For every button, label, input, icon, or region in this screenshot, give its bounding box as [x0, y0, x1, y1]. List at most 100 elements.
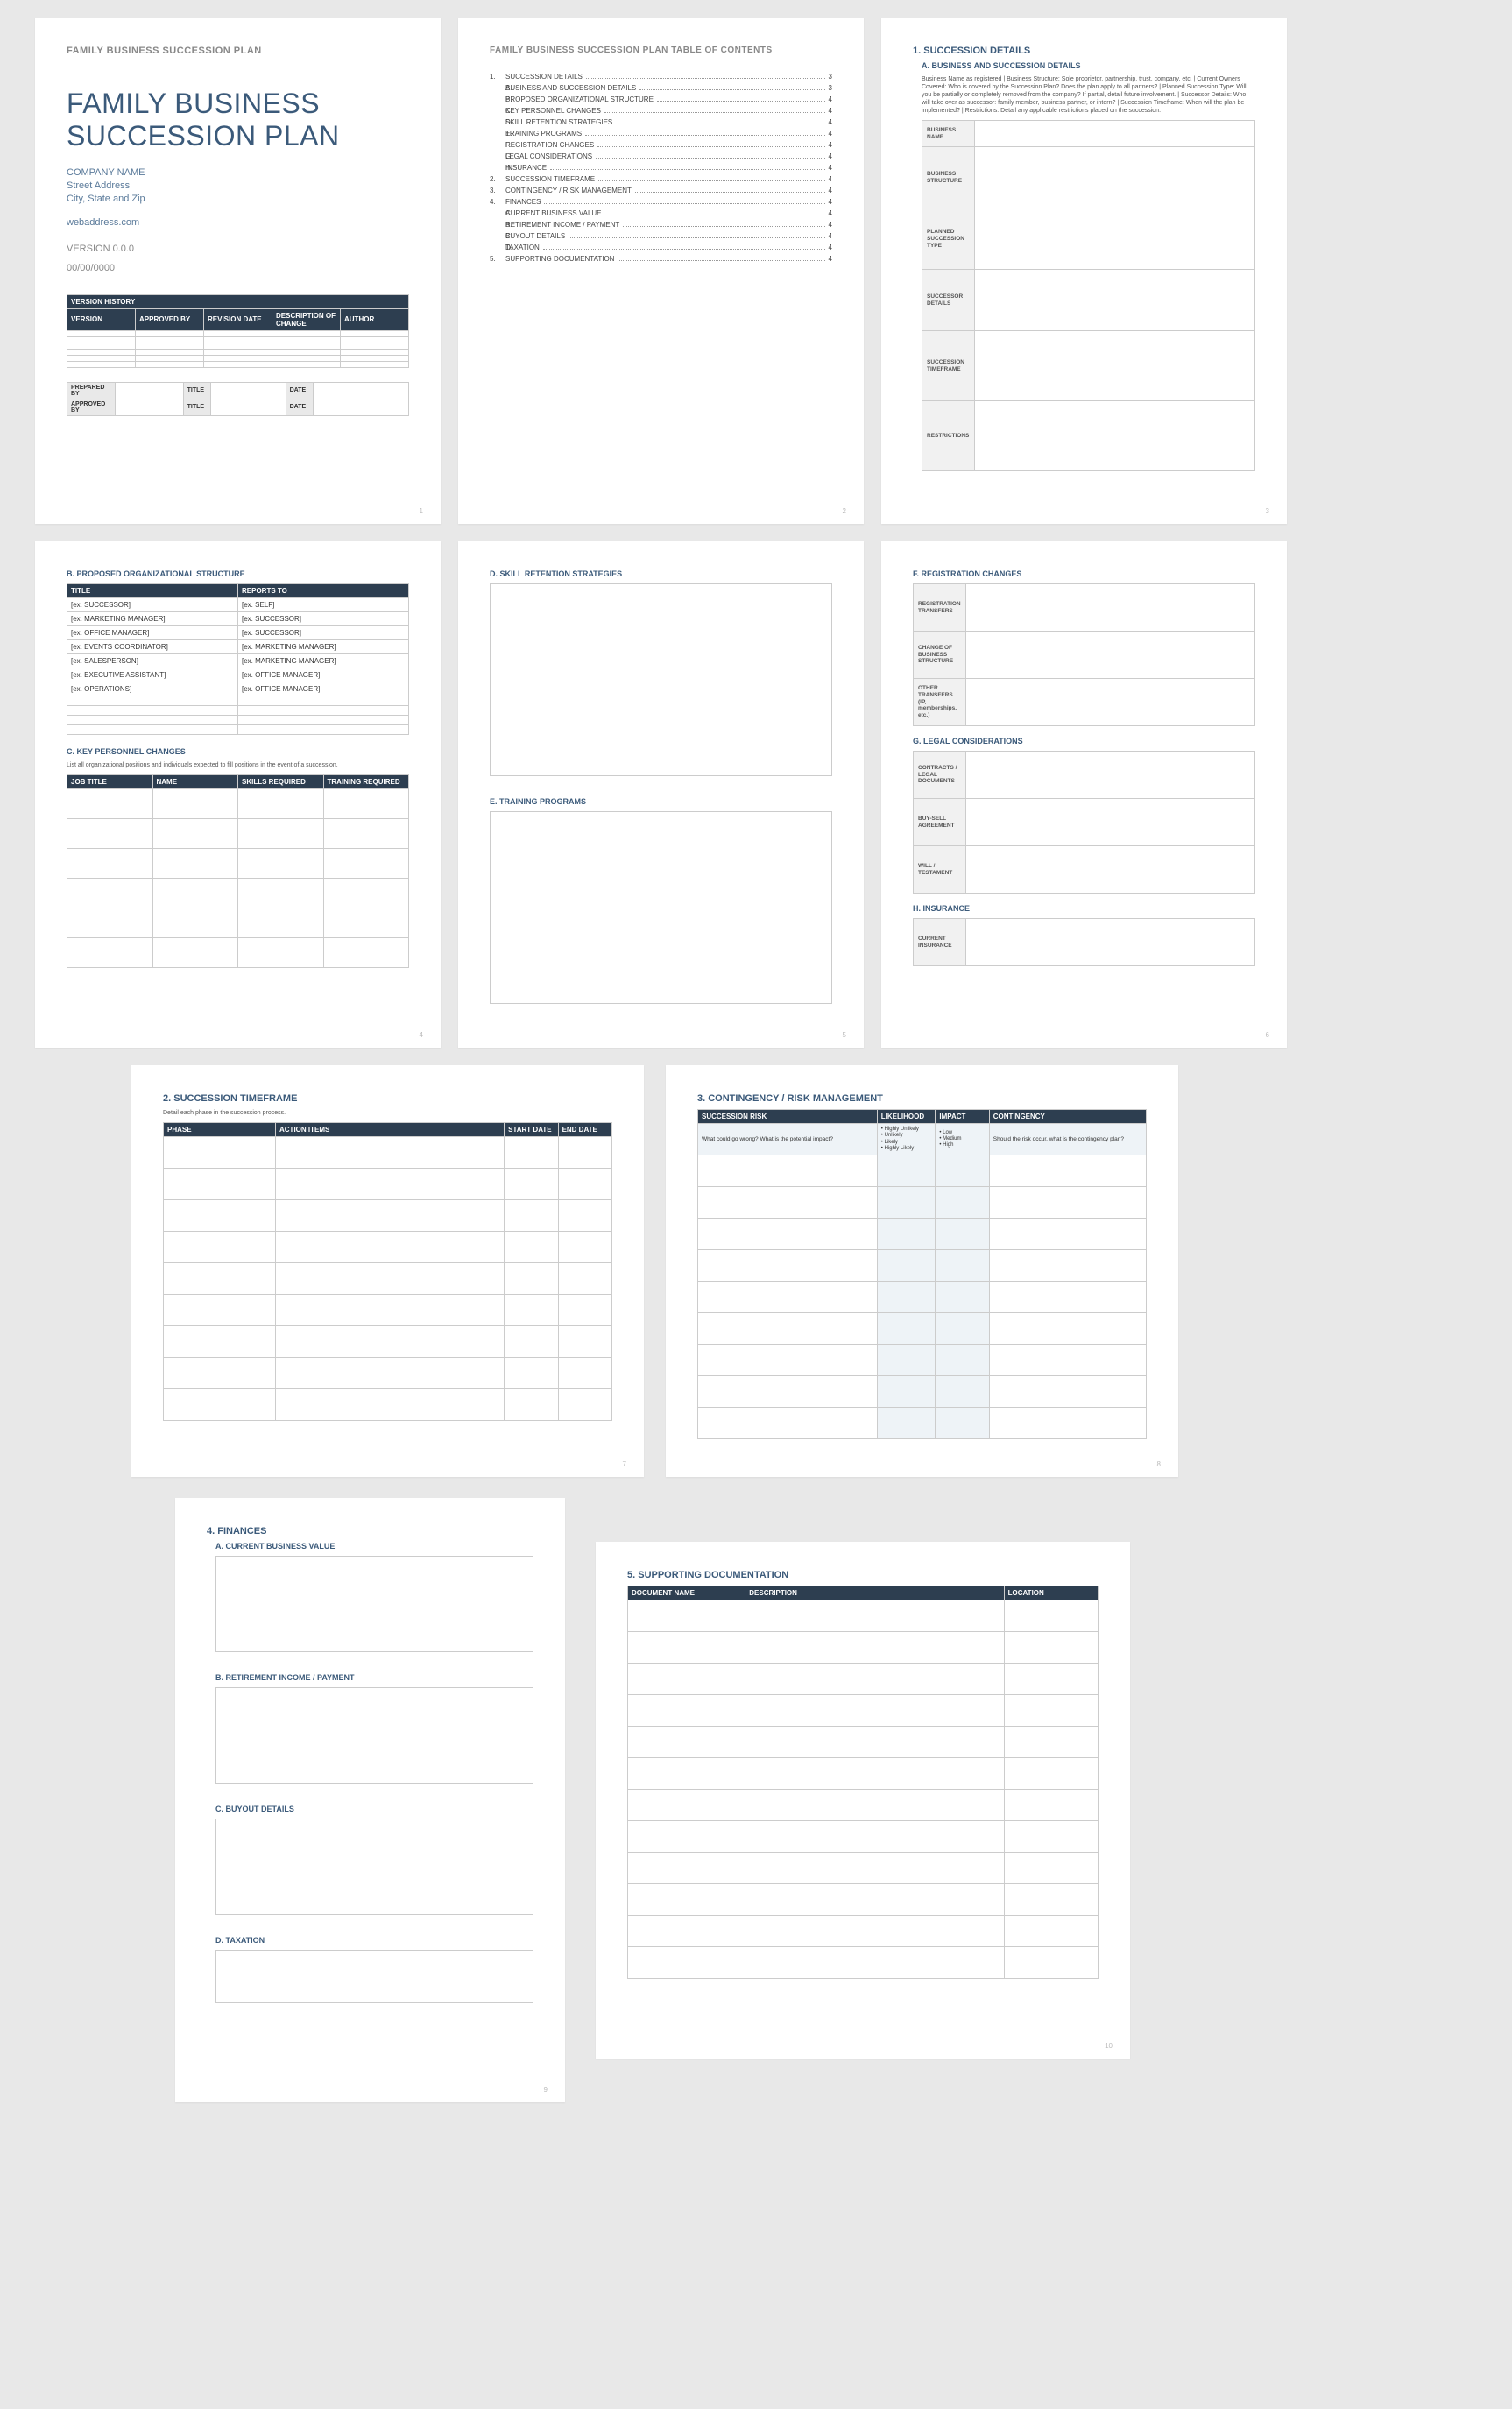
toc-page: 4 — [829, 221, 832, 229]
document-title: FAMILY BUSINESS SUCCESSION PLAN — [67, 88, 409, 152]
tf-h-end: END DATE — [558, 1123, 611, 1137]
org-structure-table: TITLE REPORTS TO [ex. SUCCESSOR][ex. SEL… — [67, 583, 409, 735]
support-docs-table: DOCUMENT NAME DESCRIPTION LOCATION — [627, 1586, 1099, 1979]
table-row — [698, 1219, 1147, 1250]
toc-text: INSURANCE — [505, 164, 547, 172]
business-details-table: BUSINESS NAME BUSINESS STRUCTURE PLANNED… — [922, 120, 1255, 471]
toc-row: C.KEY PERSONNEL CHANGES4 — [490, 107, 832, 115]
table-row — [67, 938, 409, 968]
page-5: D. SKILL RETENTION STRATEGIES E. TRAININ… — [458, 541, 864, 1048]
rk-c1: Should the risk occur, what is the conti… — [989, 1124, 1146, 1155]
tf-h-phase: PHASE — [164, 1123, 276, 1137]
table-row — [628, 1853, 1099, 1884]
table-row — [628, 1884, 1099, 1916]
table-row — [698, 1282, 1147, 1313]
sec2-desc: Detail each phase in the succession proc… — [163, 1109, 612, 1117]
toc-row: 4.FINANCES4 — [490, 198, 832, 206]
toc-num: C. — [490, 107, 505, 115]
sec2-title: 2. SUCCESSION TIMEFRAME — [163, 1093, 612, 1104]
table-row — [164, 1389, 612, 1421]
table-row — [164, 1200, 612, 1232]
table-row — [628, 1600, 1099, 1632]
toc-text: CURRENT BUSINESS VALUE — [505, 209, 602, 217]
table-row — [164, 1358, 612, 1389]
table-row — [628, 1758, 1099, 1790]
toc-row: 5.SUPPORTING DOCUMENTATION4 — [490, 255, 832, 263]
lbl-change-struct: CHANGE OF BUSINESS STRUCTURE — [914, 632, 966, 679]
vh-h-revdate: REVISION DATE — [204, 308, 272, 330]
toc-page: 4 — [829, 209, 832, 217]
toc-page: 3 — [829, 73, 832, 81]
vh-title: VERSION HISTORY — [67, 294, 409, 308]
page-number: 2 — [843, 507, 846, 515]
toc-row: 1.SUCCESSION DETAILS3 — [490, 73, 832, 81]
toc-text: CONTINGENCY / RISK MANAGEMENT — [505, 187, 632, 194]
toc-row: 2.SUCCESSION TIMEFRAME4 — [490, 175, 832, 183]
toc-row: H.INSURANCE4 — [490, 164, 832, 172]
table-row: [ex. SUCCESSOR][ex. SELF] — [67, 598, 409, 612]
toc-num: B. — [490, 221, 505, 229]
table-row — [67, 343, 409, 349]
sec1c-desc: List all organizational positions and in… — [67, 761, 409, 769]
date-label2: DATE — [286, 399, 313, 415]
fin-c-box — [215, 1819, 533, 1915]
toc-num: A. — [490, 209, 505, 217]
table-row — [67, 716, 409, 725]
sec4a-title: A. CURRENT BUSINESS VALUE — [207, 1542, 533, 1551]
pc-h-name: NAME — [152, 775, 238, 789]
table-row — [164, 1326, 612, 1358]
toc-num: 3. — [490, 187, 505, 194]
toc-row: B.PROPOSED ORGANIZATIONAL STRUCTURE4 — [490, 95, 832, 103]
table-row — [628, 1632, 1099, 1664]
toc-row: D.SKILL RETENTION STRATEGIES4 — [490, 118, 832, 126]
toc-row: G.LEGAL CONSIDERATIONS4 — [490, 152, 832, 160]
pc-h-job: JOB TITLE — [67, 775, 153, 789]
lbl-will: WILL / TESTAMENT — [914, 846, 966, 894]
page-number: 5 — [843, 1031, 846, 1039]
lbl-reg-transfer: REGISTRATION TRANSFERS — [914, 584, 966, 632]
risk-table: SUCCESSION RISK LIKELIHOOD IMPACT CONTIN… — [697, 1109, 1147, 1439]
table-row — [628, 1947, 1099, 1979]
lbl-bizname: BUSINESS NAME — [922, 121, 975, 147]
toc-page: 4 — [829, 130, 832, 138]
toc-num: E. — [490, 130, 505, 138]
sec1c-title: C. KEY PERSONNEL CHANGES — [67, 747, 409, 756]
personnel-table: JOB TITLE NAME SKILLS REQUIRED TRAINING … — [67, 774, 409, 968]
toc-header: FAMILY BUSINESS SUCCESSION PLAN TABLE OF… — [490, 46, 832, 55]
sec1g-title: G. LEGAL CONSIDERATIONS — [913, 737, 1255, 745]
toc-row: A.CURRENT BUSINESS VALUE 4 — [490, 209, 832, 217]
skill-retention-box — [490, 583, 832, 776]
city-state-zip: City, State and Zip — [67, 193, 409, 206]
table-row — [698, 1155, 1147, 1187]
toc-num: C. — [490, 232, 505, 240]
prep-label: PREPARED BY — [67, 382, 116, 399]
toc-text: PROPOSED ORGANIZATIONAL STRUCTURE — [505, 95, 654, 103]
page-10: 5. SUPPORTING DOCUMENTATION DOCUMENT NAM… — [596, 1542, 1130, 2059]
toc-page: 4 — [829, 255, 832, 263]
table-row — [628, 1664, 1099, 1695]
toc-num: 2. — [490, 175, 505, 183]
page-number: 7 — [623, 1460, 626, 1468]
org-h-title: TITLE — [67, 584, 238, 598]
table-row — [698, 1250, 1147, 1282]
toc-text: LEGAL CONSIDERATIONS — [505, 152, 592, 160]
toc-page: 4 — [829, 141, 832, 149]
toc-page: 4 — [829, 198, 832, 206]
toc-text: SUCCESSION DETAILS — [505, 73, 583, 81]
table-row — [698, 1408, 1147, 1439]
toc-page: 4 — [829, 164, 832, 172]
toc-page: 4 — [829, 244, 832, 251]
table-row — [67, 706, 409, 716]
page-9: 4. FINANCES A. CURRENT BUSINESS VALUE B.… — [175, 1498, 565, 2102]
page-1-header: FAMILY BUSINESS SUCCESSION PLAN — [67, 46, 409, 56]
toc-num: G. — [490, 152, 505, 160]
title-label1: TITLE — [183, 382, 210, 399]
sec1-title: 1. SUCCESSION DETAILS — [913, 46, 1255, 56]
toc-page: 4 — [829, 175, 832, 183]
table-row: [ex. EXECUTIVE ASSISTANT][ex. OFFICE MAN… — [67, 668, 409, 682]
table-row — [164, 1263, 612, 1295]
toc-row: D.TAXATION4 — [490, 244, 832, 251]
toc-text: TAXATION — [505, 244, 540, 251]
toc-text: TRAINING PROGRAMS — [505, 130, 582, 138]
table-row — [67, 819, 409, 849]
